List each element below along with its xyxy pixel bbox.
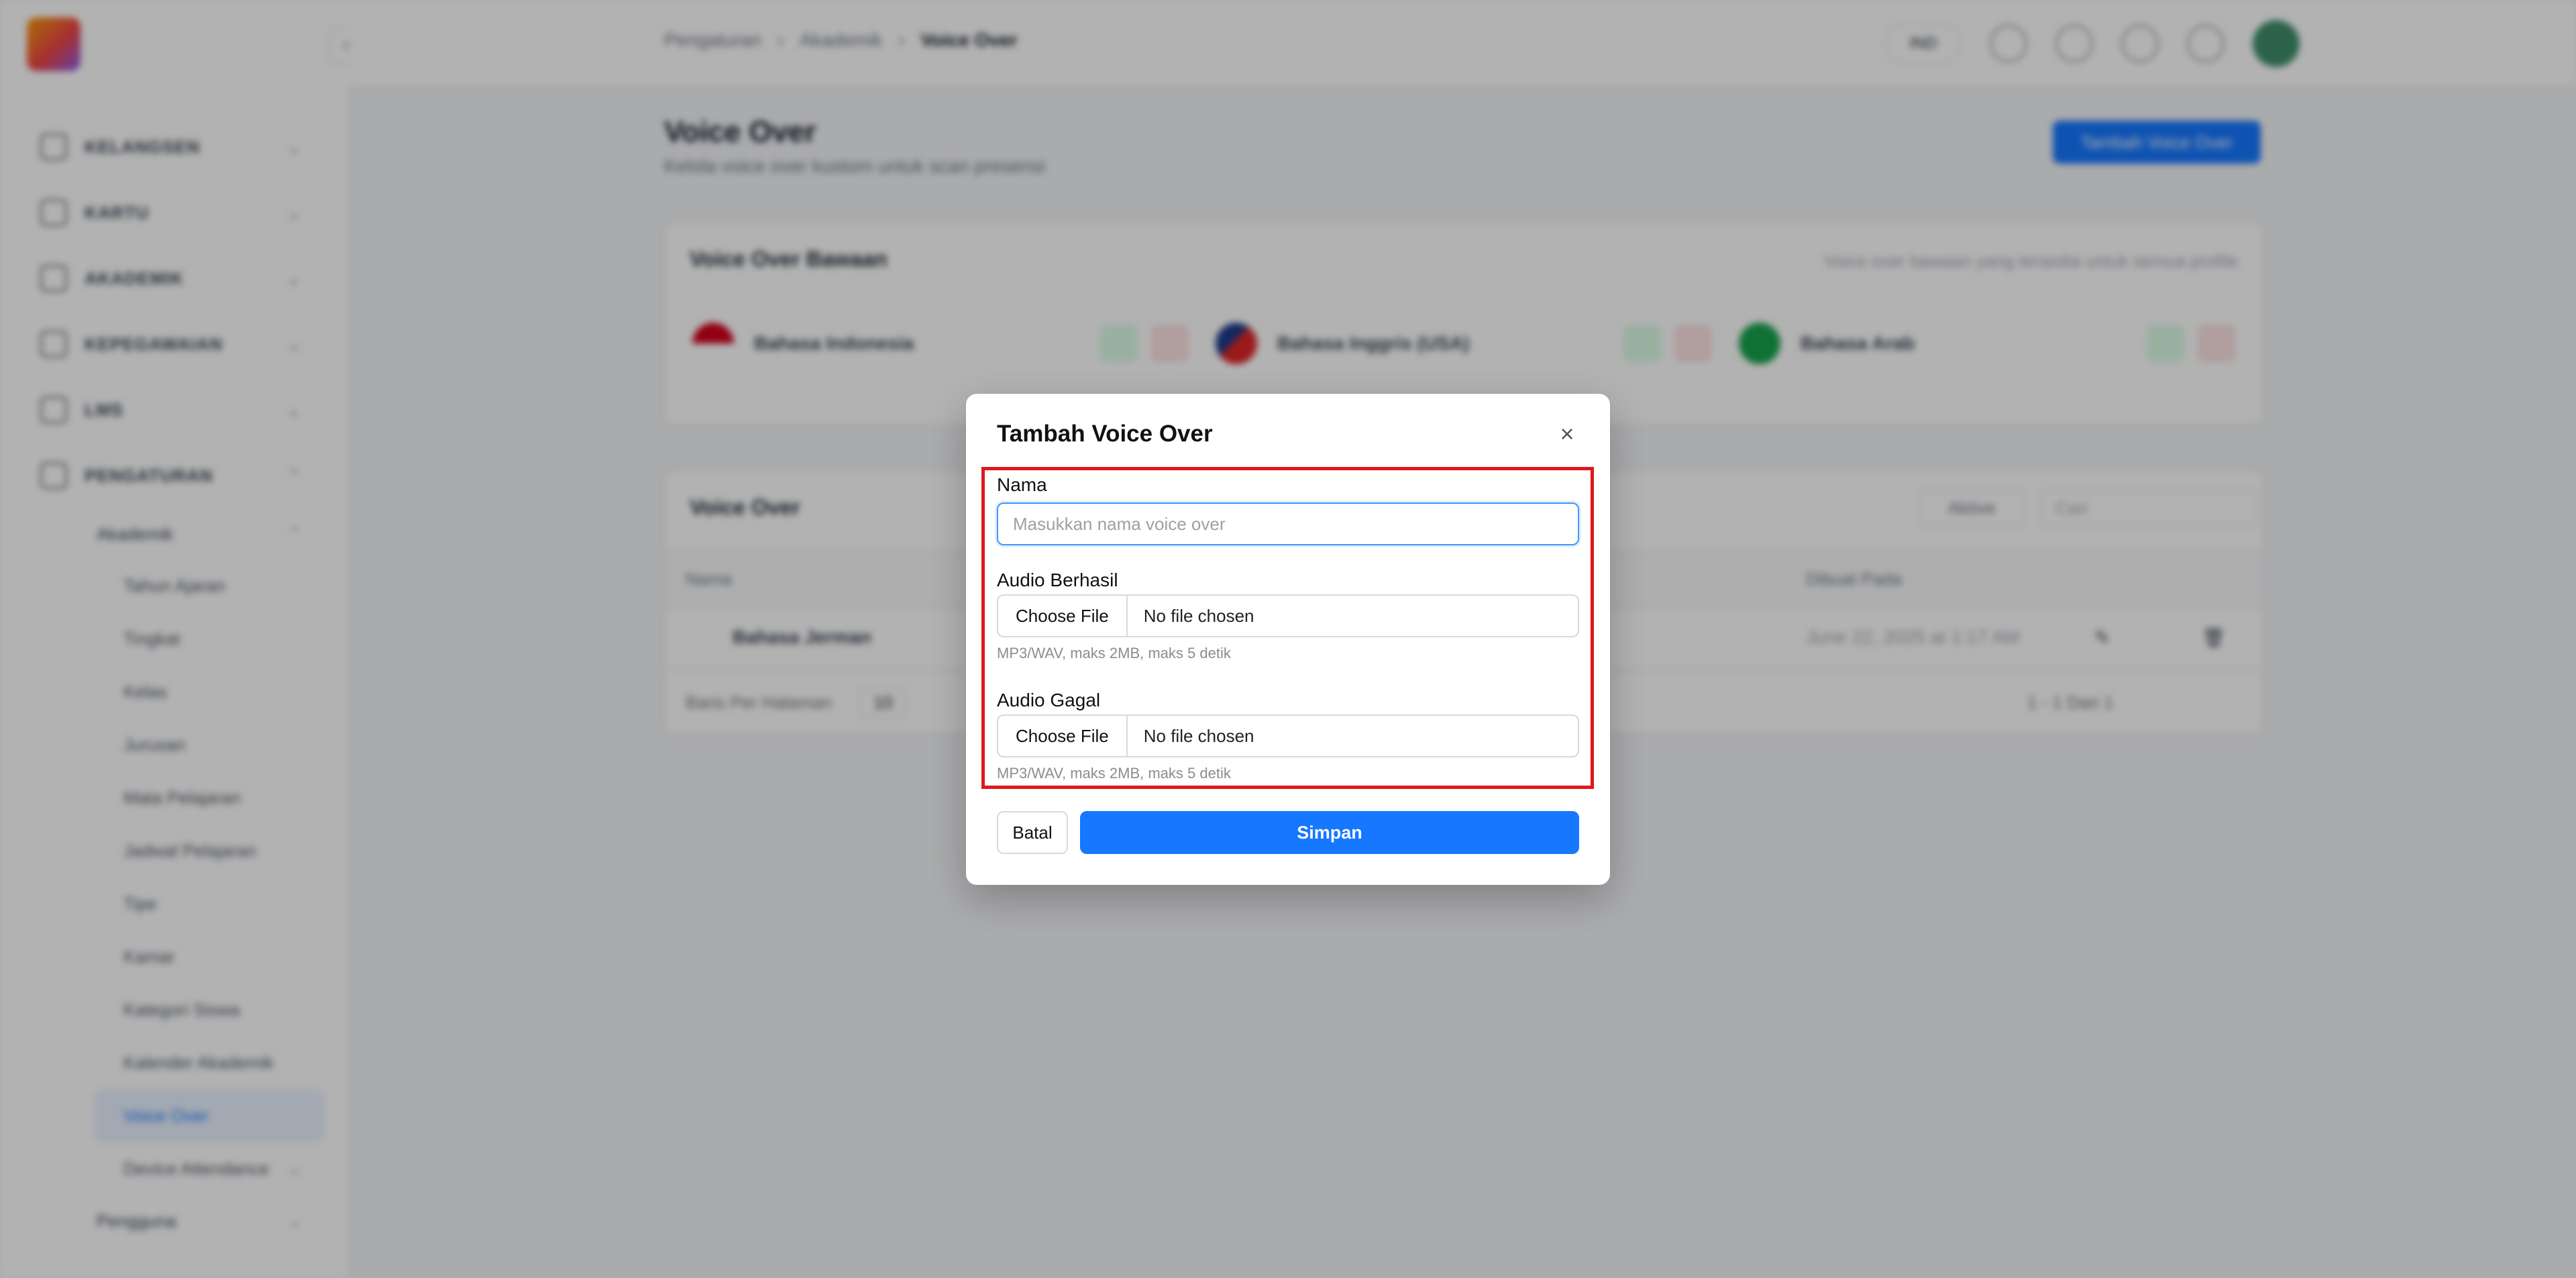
close-icon[interactable]: × — [1554, 421, 1580, 447]
save-button[interactable]: Simpan — [1080, 811, 1579, 854]
add-voice-over-modal: Tambah Voice Over × Nama Audio Berhasil … — [966, 394, 1610, 885]
audio-berhasil-label: Audio Berhasil — [997, 570, 1118, 590]
nama-input[interactable] — [997, 502, 1579, 545]
audio-gagal-file-input[interactable]: Choose File No file chosen — [997, 714, 1579, 757]
audio-gagal-hint: MP3/WAV, maks 2MB, maks 5 detik — [997, 765, 1231, 782]
audio-berhasil-choose-file-button[interactable]: Choose File — [998, 596, 1128, 636]
modal-title: Tambah Voice Over — [997, 421, 1213, 447]
cancel-button[interactable]: Batal — [997, 811, 1068, 854]
audio-berhasil-file-input[interactable]: Choose File No file chosen — [997, 594, 1579, 637]
nama-label: Nama — [997, 474, 1047, 495]
audio-berhasil-hint: MP3/WAV, maks 2MB, maks 5 detik — [997, 645, 1231, 661]
audio-gagal-label: Audio Gagal — [997, 690, 1101, 710]
audio-gagal-choose-file-button[interactable]: Choose File — [998, 716, 1128, 756]
audio-gagal-file-status: No file chosen — [1143, 725, 1254, 746]
audio-berhasil-file-status: No file chosen — [1143, 605, 1254, 626]
